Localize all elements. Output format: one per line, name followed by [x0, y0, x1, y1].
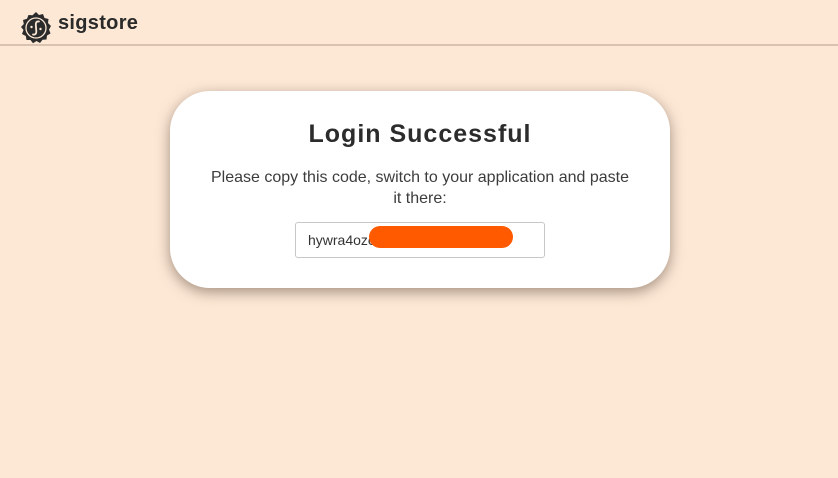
sigstore-wordmark[interactable]: sigstore [58, 12, 138, 35]
redaction-mark [369, 226, 513, 248]
top-bar: sigstore [0, 0, 838, 46]
instruction-text: Please copy this code, switch to your ap… [210, 169, 630, 207]
page-title: Login Successful [308, 120, 532, 148]
login-success-card: Login Successful Please copy this code, … [170, 91, 670, 288]
sigstore-logo-icon [21, 12, 51, 44]
